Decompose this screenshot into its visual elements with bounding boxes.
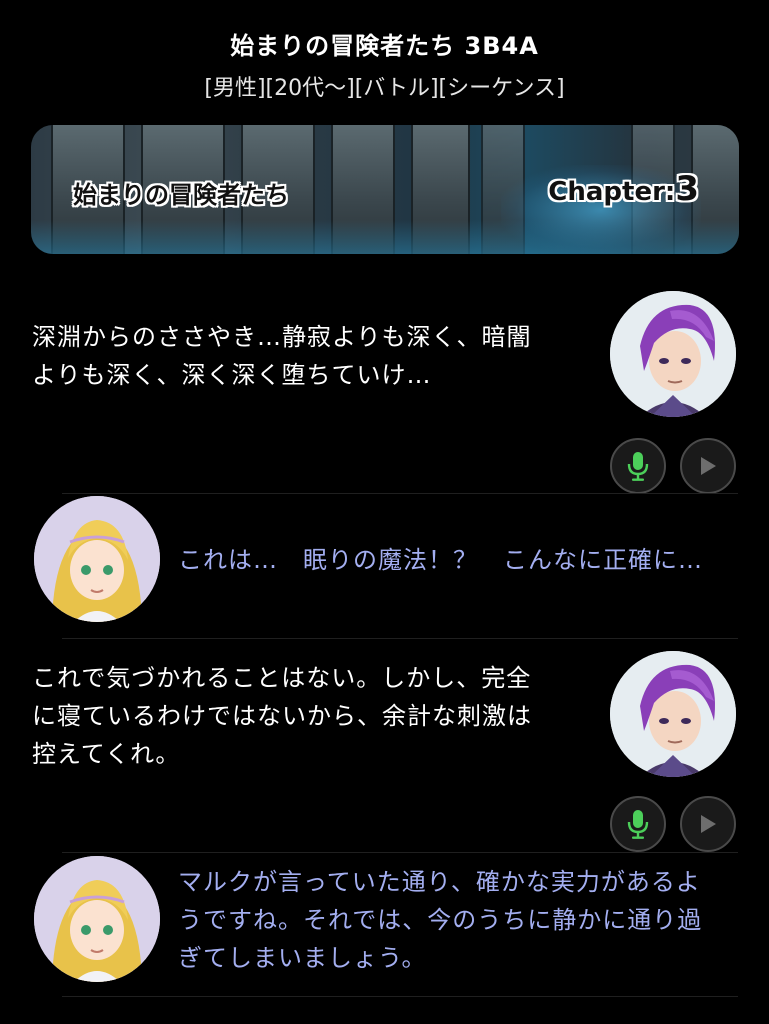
microphone-icon bbox=[627, 452, 649, 481]
message-line: 控えてくれ。 bbox=[32, 740, 181, 768]
microphone-icon bbox=[627, 810, 649, 839]
play-voice-button[interactable] bbox=[680, 796, 736, 852]
message-divider bbox=[62, 996, 738, 997]
play-voice-button[interactable] bbox=[680, 438, 736, 494]
message-text: これは… 眠りの魔法！？ こんなに正確に… bbox=[178, 541, 703, 579]
record-voice-button[interactable] bbox=[610, 796, 666, 852]
message-line: マルクが言っていた通り、確かな実力があるよ bbox=[178, 868, 701, 896]
message-text: マルクが言っていた通り、確かな実力があるよ うですね。それでは、今のうちに静かに… bbox=[178, 863, 702, 977]
banner-floor bbox=[31, 220, 739, 254]
avatar[interactable] bbox=[34, 856, 160, 982]
message-line: うですね。それでは、今のうちに静かに通り過 bbox=[178, 906, 703, 934]
avatar[interactable] bbox=[610, 291, 736, 417]
message-line: 深淵からのささやき…静寂よりも深く、暗闇 bbox=[32, 323, 532, 351]
message-text: 深淵からのささやき…静寂よりも深く、暗闇 よりも深く、深く深く堕ちていけ… bbox=[32, 318, 532, 394]
chapter-label: Chapter:3 bbox=[548, 169, 699, 209]
message-divider bbox=[62, 493, 738, 494]
record-voice-button[interactable] bbox=[610, 438, 666, 494]
banner-title: 始まりの冒険者たち bbox=[73, 181, 289, 209]
message-line: に寝ているわけではないから、余計な刺激は bbox=[32, 702, 532, 730]
message-line: よりも深く、深く深く堕ちていけ… bbox=[32, 361, 432, 389]
chapter-number: 3 bbox=[675, 169, 699, 209]
message-line: これは… 眠りの魔法！？ こんなに正確に… bbox=[178, 546, 703, 574]
message-divider bbox=[62, 852, 738, 853]
play-icon bbox=[701, 815, 716, 833]
message-text: これで気づかれることはない。しかし、完全 に寝ているわけではないから、余計な刺激… bbox=[32, 659, 532, 773]
chapter-banner: 始まりの冒険者たち Chapter:3 bbox=[31, 125, 739, 254]
story-title: 始まりの冒険者たち 3B4A bbox=[230, 32, 539, 60]
message-line: これで気づかれることはない。しかし、完全 bbox=[32, 664, 532, 692]
avatar[interactable] bbox=[610, 651, 736, 777]
play-icon bbox=[701, 457, 716, 475]
avatar[interactable] bbox=[34, 496, 160, 622]
story-tags: [男性][20代〜][バトル][シーケンス] bbox=[204, 76, 565, 101]
message-divider bbox=[62, 638, 738, 639]
message-line: ぎてしまいましょう。 bbox=[178, 944, 427, 972]
chapter-text: Chapter: bbox=[548, 177, 676, 207]
